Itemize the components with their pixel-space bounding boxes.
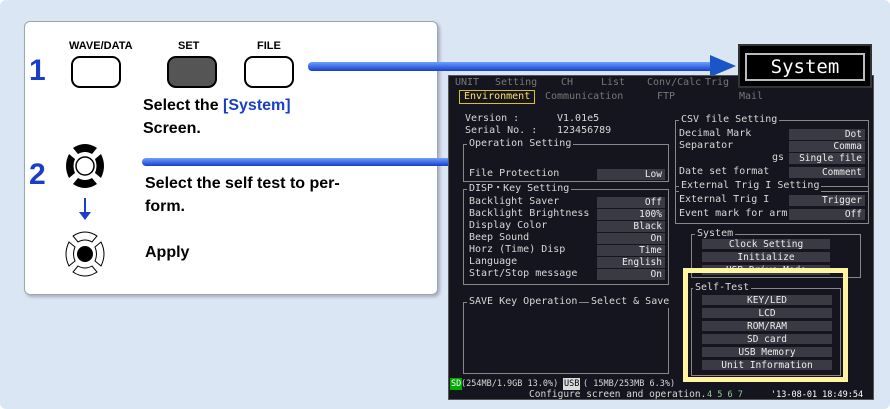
event-mark-value[interactable]: Off: [789, 209, 865, 220]
backlight-saver-value[interactable]: Off: [597, 197, 665, 208]
dataset-format-value[interactable]: Comment: [789, 167, 865, 178]
tab-unit[interactable]: UNIT: [455, 77, 479, 89]
tab-mail[interactable]: Mail: [739, 91, 763, 103]
dataset-format-label: Date set format: [679, 166, 770, 177]
clock-display: '13-08-01 18:49:54: [771, 390, 864, 400]
external-trig-value[interactable]: Trigger: [789, 195, 865, 206]
display-color-value[interactable]: Black: [597, 221, 665, 232]
backlight-saver-label: Backlight Saver: [469, 196, 560, 207]
display-color-label: Display Color: [469, 220, 548, 231]
system-screen-banner: System: [738, 44, 872, 88]
language-label: Language: [469, 256, 518, 267]
separator-value[interactable]: Comma: [789, 141, 865, 152]
clock-setting-button[interactable]: Clock Setting: [701, 238, 831, 250]
disp-key-setting-title: DISP・Key Setting: [467, 183, 572, 195]
arrow-to-system-banner: [308, 55, 736, 77]
tab-communication[interactable]: Communication: [545, 91, 623, 103]
event-mark-label: Event mark for arm: [679, 208, 788, 219]
save-key-group: [463, 302, 669, 374]
version-value: V1.01e5: [557, 113, 600, 124]
tab-setting[interactable]: Setting: [495, 77, 537, 89]
decimal-mark-label: Decimal Mark: [679, 128, 752, 139]
horz-time-disp-value[interactable]: Time: [597, 245, 665, 256]
gs-label: gs: [772, 152, 785, 163]
start-stop-message-label: Start/Stop message: [469, 268, 578, 279]
initialize-button[interactable]: Initialize: [701, 251, 831, 263]
system-banner-label: System: [745, 53, 865, 81]
status-message: Configure screen and operation.: [529, 389, 707, 400]
tab-ch[interactable]: CH: [561, 77, 573, 89]
save-key-value[interactable]: Select & Save: [589, 296, 672, 308]
beep-sound-label: Beep Sound: [469, 232, 530, 243]
tab-ftp[interactable]: FTP: [657, 91, 675, 103]
decimal-mark-value[interactable]: Dot: [789, 129, 865, 140]
tab-trig[interactable]: Trig: [705, 77, 729, 89]
tab-environment[interactable]: Environment: [459, 90, 536, 104]
selftest-highlight-frame: [683, 268, 848, 382]
file-mode-value[interactable]: Single file: [789, 153, 865, 164]
tab-conv-calc[interactable]: Conv/Calc: [647, 77, 701, 89]
csv-setting-title: CSV file Setting: [679, 114, 780, 126]
serial-value: 123456789: [557, 125, 612, 136]
external-trig-title: External Trig I Setting: [679, 180, 822, 192]
external-trig-label: External Trig I: [679, 194, 770, 205]
version-label: Version :: [465, 113, 520, 124]
backlight-brightness-label: Backlight Brightness: [469, 208, 590, 219]
horz-time-disp-label: Horz (Time) Disp: [469, 244, 566, 255]
save-key-label: SAVE Key Operation: [467, 296, 580, 308]
beep-sound-value[interactable]: On: [597, 233, 665, 244]
language-value[interactable]: English: [597, 257, 665, 268]
separator-label: Separator: [679, 140, 734, 151]
file-protection-value[interactable]: Low: [597, 169, 665, 180]
backlight-brightness-value[interactable]: 100%: [597, 209, 665, 220]
file-protection-label: File Protection: [469, 168, 560, 179]
serial-label: Serial No. :: [465, 125, 538, 136]
operation-setting-title: Operation Setting: [467, 138, 574, 150]
page-indicator: 4 5 6 7: [707, 390, 743, 400]
start-stop-message-value[interactable]: On: [597, 269, 665, 280]
tab-list[interactable]: List: [601, 77, 625, 89]
